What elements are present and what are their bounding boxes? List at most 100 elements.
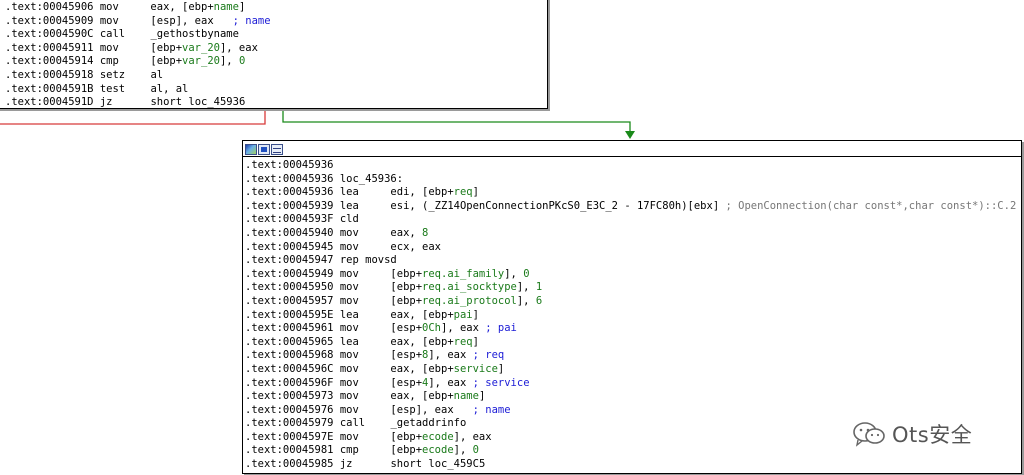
asm-operand: ] [472, 186, 479, 199]
asm-number: 1 [535, 281, 543, 294]
asm-line[interactable]: .text:0004591B test al, al [5, 83, 271, 97]
asm-address: .text:00045968 [245, 349, 334, 362]
asm-mnemonic: mov [339, 267, 359, 280]
asm-line[interactable]: .text:00045976 mov [esp], eax ; name [245, 404, 1016, 418]
asm-operand: [ebp+ [150, 41, 183, 54]
asm-address: .text:00045936 [245, 159, 334, 171]
asm-mnemonic: mov [339, 240, 359, 253]
asm-variable: req.ai_protocol [422, 294, 517, 307]
asm-line[interactable]: .text:00045906 mov eax, [ebp+name] [5, 1, 271, 15]
asm-comment: ; service [472, 376, 530, 389]
asm-variable: ecode [422, 444, 454, 457]
asm-line[interactable]: .text:0004595E lea eax, [ebp+pai] [245, 309, 1016, 323]
asm-address: .text:00045906 [5, 1, 94, 13]
asm-line[interactable]: .text:00045914 cmp [ebp+var_20], 0 [5, 55, 271, 69]
asm-address: .text:00045950 [245, 281, 334, 294]
asm-line[interactable]: .text:00045909 mov [esp], eax ; name [5, 15, 271, 29]
asm-operand: ], [453, 444, 473, 457]
asm-operand: al [150, 68, 164, 81]
asm-operand: ], eax [453, 430, 492, 443]
asm-line[interactable]: .text:0004596C mov eax, [ebp+service] [245, 363, 1016, 377]
graph-color-icon[interactable] [245, 143, 257, 155]
asm-operand: [esp+ [390, 349, 423, 362]
asm-mnemonic: mov [339, 349, 359, 362]
asm-operand: ], [516, 294, 536, 307]
group-nodes-icon[interactable] [271, 143, 283, 155]
asm-line[interactable]: .text:00045965 lea eax, [ebp+req] [245, 336, 1016, 350]
asm-line[interactable]: .text:00045918 setz al [5, 69, 271, 83]
asm-operand: ], eax [441, 322, 479, 335]
asm-address: .text:00045918 [5, 68, 94, 81]
asm-address: .text:0004591B [5, 82, 94, 95]
asm-mnemonic: mov [99, 41, 119, 54]
asm-variable: req.ai_socktype [422, 281, 517, 294]
asm-operand: [ebp+ [390, 294, 423, 307]
true-branch-edge [282, 106, 631, 132]
asm-operand: ecx, eax [390, 240, 441, 253]
asm-operand: short loc_45936 [150, 96, 246, 109]
asm-address: .text:00045976 [245, 403, 334, 416]
asm-mnemonic: mov [339, 294, 359, 307]
asm-mnemonic: mov [339, 281, 359, 294]
asm-mnemonic: call [339, 417, 366, 430]
asm-variable: pai [453, 308, 473, 321]
watermark-text: Ots安全 [892, 423, 973, 447]
asm-mnemonic: mov [339, 390, 359, 403]
asm-operand: al, al [150, 82, 189, 95]
asm-variable: req [453, 335, 473, 348]
asm-variable: var_20 [182, 55, 220, 68]
asm-number: 6 [535, 294, 543, 307]
asm-operand: [esp], eax [150, 14, 214, 27]
asm-line[interactable]: .text:00045945 mov ecx, eax [245, 241, 1016, 255]
asm-address: .text:00045914 [5, 55, 94, 68]
asm-mnemonic: mov [339, 376, 359, 389]
asm-mnemonic: mov [339, 430, 359, 443]
asm-line[interactable]: .text:00045936 [245, 159, 1016, 173]
asm-line[interactable]: .text:0004593F cld [245, 213, 1016, 227]
asm-comment: ; pai [485, 322, 517, 335]
asm-line[interactable]: .text:0004591D jz short loc_45936 [5, 96, 271, 110]
asm-line[interactable]: .text:00045911 mov [ebp+var_20], eax [5, 42, 271, 56]
asm-line[interactable]: .text:00045947 rep movsd [245, 254, 1016, 268]
asm-line[interactable]: .text:00045939 lea esi, (_ZZ14OpenConnec… [245, 200, 1016, 214]
asm-operand: ], eax [219, 41, 258, 54]
edit-node-icon[interactable] [258, 143, 270, 155]
asm-address: .text:00045961 [245, 322, 334, 335]
asm-address: .text:00045957 [245, 294, 334, 307]
asm-variable: name [213, 1, 239, 13]
asm-line[interactable]: .text:00045961 mov [esp+0Ch], eax ; pai [245, 322, 1016, 336]
asm-number: 8 [422, 226, 429, 239]
asm-line[interactable]: .text:00045985 jz short loc_459C5 [245, 458, 1016, 472]
asm-line[interactable]: .text:00045950 mov [ebp+req.ai_socktype]… [245, 281, 1016, 295]
asm-line[interactable]: .text:00045957 mov [ebp+req.ai_protocol]… [245, 295, 1016, 309]
asm-line[interactable]: .text:00045936 lea edi, [ebp+req] [245, 186, 1016, 200]
asm-line[interactable]: .text:00045968 mov [esp+8], eax ; req [245, 349, 1016, 363]
asm-mnemonic: lea [339, 186, 359, 199]
asm-variable: req [453, 186, 473, 199]
asm-operand: [ebp+ [390, 430, 423, 443]
asm-operand: edi, [ebp+ [390, 186, 454, 199]
asm-variable: var_20 [182, 41, 220, 54]
asm-line[interactable]: .text:00045940 mov eax, 8 [245, 227, 1016, 241]
asm-operand: [ebp+ [390, 444, 423, 457]
asm-operand: [ebp+ [390, 267, 423, 280]
asm-address: .text:00045979 [245, 417, 334, 430]
asm-line[interactable]: .text:0004596F mov [esp+4], eax ; servic… [245, 377, 1016, 391]
asm-line[interactable]: .text:00045949 mov [ebp+req.ai_family], … [245, 268, 1016, 282]
asm-mnemonic: rep movsd [339, 254, 397, 267]
asm-operand: ] [238, 1, 246, 13]
asm-operand: eax, [ebp+ [390, 390, 454, 403]
asm-operand: eax, [ebp+ [390, 362, 454, 375]
basic-block-top[interactable]: .text:00045906 mov eax, [ebp+name] .text:… [0, 0, 548, 109]
asm-address: .text:00045965 [245, 335, 334, 348]
asm-line[interactable]: .text:00045973 mov eax, [ebp+name] [245, 390, 1016, 404]
asm-address: .text:00045911 [5, 41, 94, 54]
asm-address: .text:0004596F [245, 376, 334, 389]
asm-operand: ], eax [428, 349, 467, 362]
asm-variable: service [453, 362, 498, 375]
asm-mnemonic: setz [99, 68, 126, 81]
asm-line[interactable]: .text:00045936 loc_45936: [245, 173, 1016, 187]
asm-mnemonic: lea [339, 199, 359, 212]
asm-operand: [esp+ [390, 376, 423, 389]
asm-line[interactable]: .text:0004590C call _gethostbyname [5, 28, 271, 42]
